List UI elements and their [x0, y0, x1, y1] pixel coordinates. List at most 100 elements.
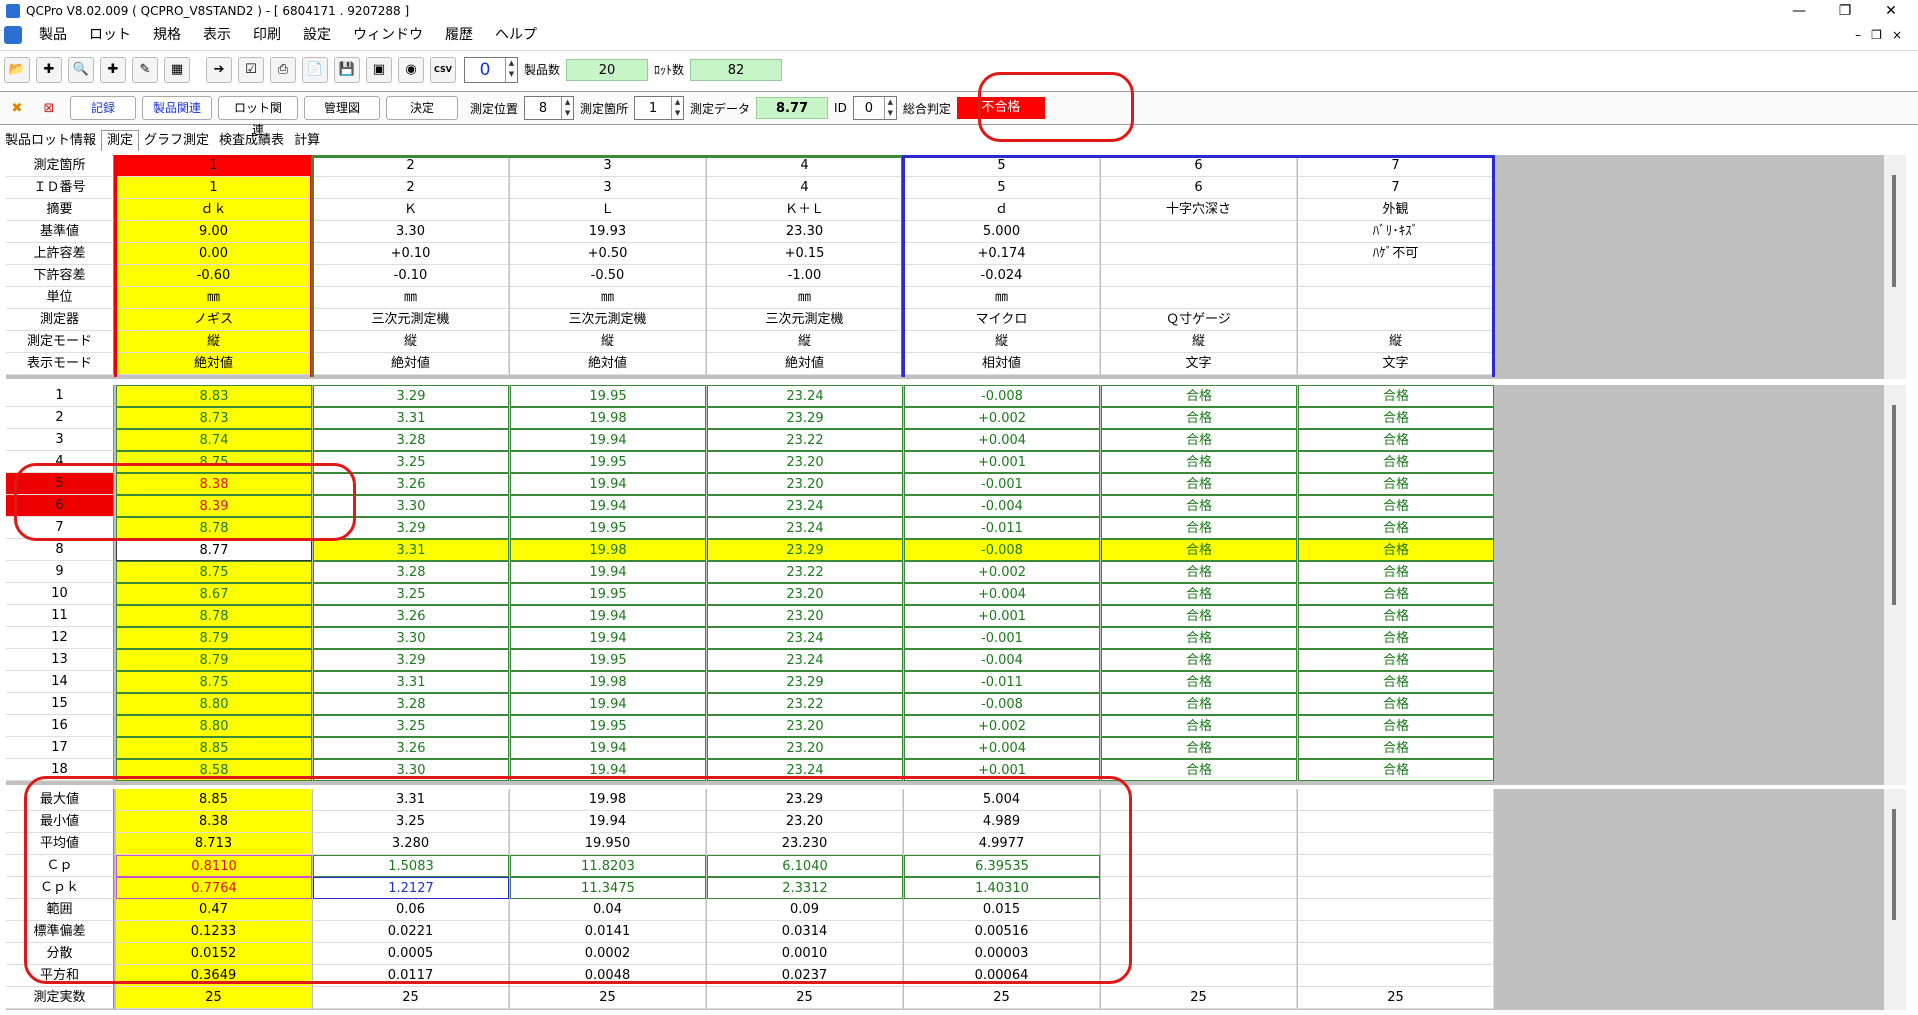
stat-cell[interactable]: 0.0141 [510, 921, 706, 943]
stat-label[interactable]: 範囲 [6, 899, 114, 921]
data-cell[interactable]: 合格 [1101, 561, 1297, 583]
stat-cell[interactable]: 0.00064 [904, 965, 1100, 987]
row-number[interactable]: 11 [6, 605, 114, 627]
data-cell[interactable]: 合格 [1101, 495, 1297, 517]
data-cell[interactable]: 23.20 [707, 451, 903, 473]
stat-cell[interactable]: 25 [1101, 987, 1297, 1009]
menu-lot[interactable]: ロット [78, 22, 142, 48]
header-row-label[interactable]: 表示モード [6, 353, 114, 375]
stat-cell[interactable]: 1.2127 [313, 877, 509, 899]
data-cell[interactable]: 3.29 [313, 517, 509, 539]
data-cell[interactable]: 23.29 [707, 407, 903, 429]
stat-label[interactable]: 最大値 [6, 789, 114, 811]
data-cell[interactable]: 合格 [1101, 737, 1297, 759]
data-cell[interactable]: 8.79 [116, 649, 312, 671]
header-cell[interactable]: ｄ [904, 199, 1100, 221]
data-cell[interactable]: -0.001 [904, 627, 1100, 649]
data-cell[interactable]: 19.98 [510, 539, 706, 561]
data-cell[interactable]: 合格 [1101, 627, 1297, 649]
data-cell[interactable]: 23.20 [707, 583, 903, 605]
stat-cell[interactable]: 0.015 [904, 899, 1100, 921]
stat-cell[interactable] [1298, 877, 1494, 899]
data-cell[interactable]: 合格 [1101, 385, 1297, 407]
data-cell[interactable]: 合格 [1101, 693, 1297, 715]
stat-label[interactable]: 最小値 [6, 811, 114, 833]
data-cell[interactable]: 23.24 [707, 627, 903, 649]
data-cell[interactable]: +0.002 [904, 561, 1100, 583]
data-cell[interactable]: 19.95 [510, 517, 706, 539]
data-cell[interactable]: 合格 [1101, 715, 1297, 737]
data-cell[interactable]: 合格 [1298, 693, 1494, 715]
data-cell[interactable]: +0.001 [904, 451, 1100, 473]
stat-cell[interactable] [1101, 833, 1297, 855]
data-cell[interactable]: 23.20 [707, 605, 903, 627]
data-cell[interactable]: +0.001 [904, 759, 1100, 781]
header-cell[interactable]: ㎜ [707, 287, 903, 309]
data-cell[interactable]: 合格 [1298, 583, 1494, 605]
data-cell[interactable]: 19.95 [510, 451, 706, 473]
data-cell[interactable]: +0.004 [904, 583, 1100, 605]
data-cell[interactable]: -0.011 [904, 517, 1100, 539]
stat-cell[interactable]: 0.06 [313, 899, 509, 921]
header-cell[interactable]: 縦 [313, 331, 509, 353]
stat-cell[interactable]: 0.47 [116, 899, 312, 921]
product-related-button[interactable]: 製品関連 [142, 96, 212, 120]
location-spinner[interactable]: 1 ▲ ▼ [634, 96, 685, 120]
stat-cell[interactable]: 5.004 [904, 789, 1100, 811]
data-cell[interactable]: 3.28 [313, 429, 509, 451]
menu-spec[interactable]: 規格 [142, 22, 192, 48]
header-cell[interactable] [1101, 221, 1297, 243]
row-number[interactable]: 14 [6, 671, 114, 693]
stat-cell[interactable]: 23.230 [707, 833, 903, 855]
data-cell[interactable]: 合格 [1298, 517, 1494, 539]
data-cell[interactable]: 3.31 [313, 407, 509, 429]
scrollbar-thumb[interactable] [1892, 809, 1896, 920]
data-cell[interactable]: -0.011 [904, 671, 1100, 693]
stat-cell[interactable] [1298, 899, 1494, 921]
scrollbar-thumb[interactable] [1892, 175, 1896, 287]
stat-cell[interactable]: 23.20 [707, 811, 903, 833]
header-row-label[interactable]: 測定箇所 [6, 155, 114, 177]
data-cell[interactable]: +0.001 [904, 605, 1100, 627]
header-cell[interactable]: 23.30 [707, 221, 903, 243]
scrollbar-thumb[interactable] [1892, 405, 1896, 605]
data-cell[interactable]: -0.004 [904, 649, 1100, 671]
tab-inspection-report[interactable]: 検査成績表 [214, 131, 289, 151]
stat-cell[interactable]: 25 [116, 987, 312, 1009]
header-cell[interactable]: +0.50 [510, 243, 706, 265]
spin-arrows-icon[interactable]: ▲ ▼ [671, 97, 683, 119]
header-cell[interactable]: ㎜ [116, 287, 312, 309]
data-cell[interactable]: 合格 [1298, 671, 1494, 693]
report-icon[interactable]: 📄 [302, 56, 328, 83]
menu-help[interactable]: ヘルプ [484, 22, 548, 48]
data-cell[interactable]: 23.29 [707, 671, 903, 693]
spin-arrows-icon[interactable]: ▲ ▼ [883, 97, 896, 119]
header-cell[interactable]: 2 [313, 155, 509, 177]
header-row-label[interactable]: 基準値 [6, 221, 114, 243]
row-number[interactable]: 10 [6, 583, 114, 605]
row-number[interactable]: 4 [6, 451, 114, 473]
header-cell[interactable]: 縦 [707, 331, 903, 353]
data-cell[interactable]: 合格 [1298, 495, 1494, 517]
header-cell[interactable] [1101, 265, 1297, 287]
data-cell[interactable]: 3.26 [313, 605, 509, 627]
header-cell[interactable]: 7 [1298, 155, 1494, 177]
data-cell[interactable]: 19.94 [510, 759, 706, 781]
data-cell[interactable]: +0.004 [904, 737, 1100, 759]
data-cell[interactable]: 8.80 [116, 693, 312, 715]
data-cell[interactable]: 合格 [1101, 759, 1297, 781]
header-cell[interactable]: 6 [1101, 177, 1297, 199]
stat-cell[interactable] [1298, 965, 1494, 987]
header-cell[interactable]: 外観 [1298, 199, 1494, 221]
header-cell[interactable]: -1.00 [707, 265, 903, 287]
data-cell[interactable]: 3.26 [313, 737, 509, 759]
row-number[interactable]: 13 [6, 649, 114, 671]
stat-cell[interactable]: 1.5083 [313, 855, 509, 877]
data-cell[interactable]: 19.95 [510, 649, 706, 671]
data-cell[interactable]: -0.008 [904, 539, 1100, 561]
data-cell[interactable]: 合格 [1101, 605, 1297, 627]
stat-cell[interactable]: 3.280 [313, 833, 509, 855]
data-cell[interactable]: -0.008 [904, 693, 1100, 715]
header-cell[interactable]: ㎜ [904, 287, 1100, 309]
data-cell[interactable]: 合格 [1101, 671, 1297, 693]
